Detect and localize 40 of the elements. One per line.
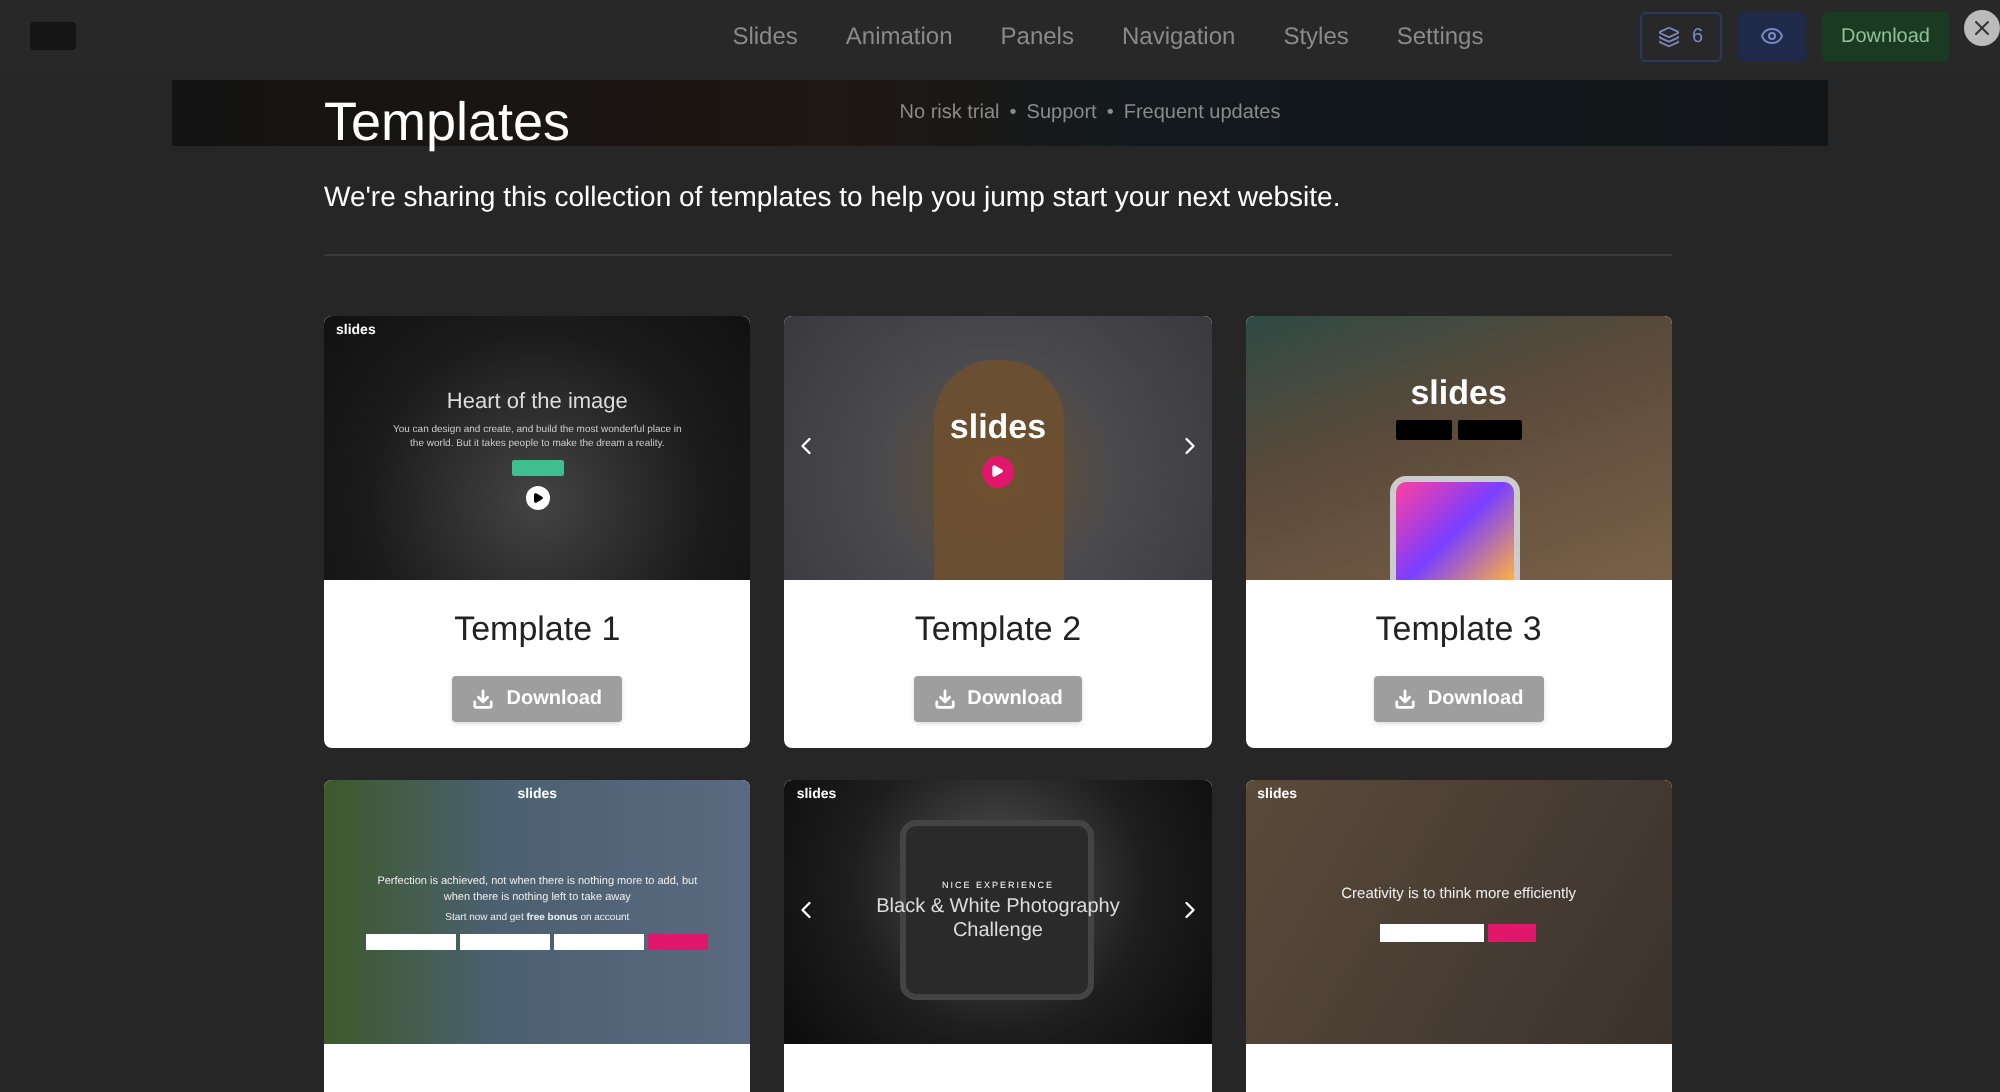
template-title: Template 1 — [454, 608, 621, 652]
logo-text: slides — [1410, 376, 1507, 410]
template-title: Template 3 — [1375, 608, 1542, 652]
banner-text: Frequent updates — [1123, 100, 1281, 128]
phone-drawing — [1389, 476, 1520, 580]
play-icon — [525, 486, 550, 511]
input-field — [554, 934, 645, 951]
template-title: Template 2 — [914, 608, 1082, 652]
banner-text: Support — [1026, 100, 1097, 128]
input-field — [460, 934, 551, 951]
store-badge-icon — [1457, 420, 1522, 440]
download-icon — [933, 687, 956, 709]
download-icon — [1393, 687, 1416, 709]
hero-headline: Heart of the image — [446, 387, 628, 418]
download-button[interactable]: Download — [1821, 11, 1950, 61]
banner-text: • — [1009, 100, 1017, 128]
nav-link[interactable]: Animation — [845, 18, 953, 54]
layers-icon — [1657, 25, 1680, 47]
nav-link[interactable]: Slides — [732, 18, 798, 54]
download-button[interactable]: Download — [452, 675, 623, 721]
download-icon — [472, 687, 495, 709]
banner-text: No risk trial — [899, 100, 1000, 128]
nav-link[interactable]: Styles — [1283, 18, 1349, 54]
gallery-headline: Black & White Photography Challenge — [874, 896, 1122, 945]
store-badge-icon — [1395, 420, 1452, 440]
modal-subtitle: We're sharing this collection of templates to help you jump start your next website. — [324, 178, 1341, 216]
nav-link[interactable]: Settings — [1396, 18, 1484, 54]
nav-link[interactable]: Panels — [1000, 18, 1074, 54]
eye-icon — [1759, 24, 1784, 48]
banner-text: • — [1106, 100, 1114, 128]
nav-link[interactable]: Navigation — [1121, 18, 1236, 54]
download-button[interactable]: Download — [913, 675, 1083, 721]
input-field — [1380, 924, 1485, 943]
preview-button[interactable] — [1737, 11, 1806, 61]
download-button[interactable]: Download — [1373, 675, 1544, 721]
layers-button[interactable]: 6 — [1639, 11, 1722, 61]
close-icon — [1970, 16, 1994, 40]
logo-text: slides — [949, 409, 1047, 443]
modal-title: Templates — [324, 90, 571, 156]
input-field — [366, 934, 457, 951]
